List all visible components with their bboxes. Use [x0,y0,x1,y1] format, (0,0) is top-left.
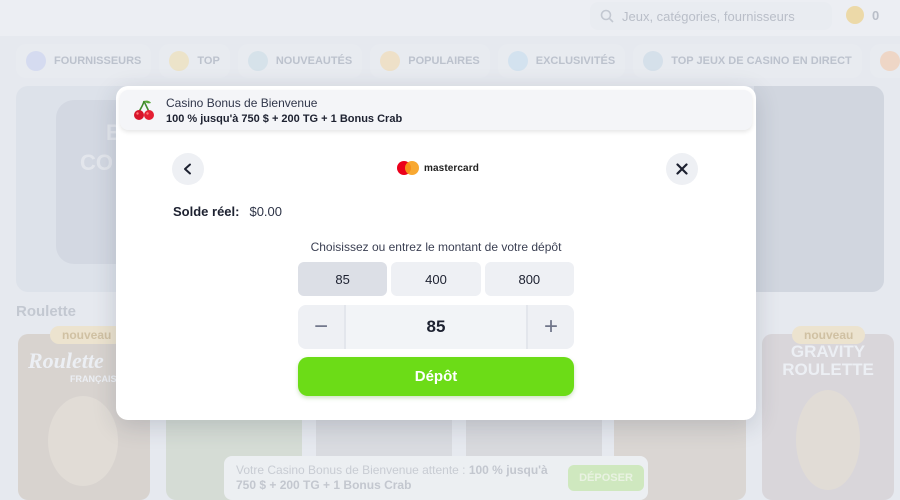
promo-text: Casino Bonus de Bienvenue 100 % jusqu'à … [166,96,402,125]
category-exclusive[interactable]: EXCLUSIVITÉS [497,44,626,78]
category-label: EXCLUSIVITÉS [535,55,616,67]
live-casino-icon [643,51,664,71]
badge-new: nouveau [50,326,124,344]
tile-title-line-2: ROULETTE [782,360,874,379]
game-tile-gravity-roulette[interactable]: GRAVITY ROULETTE [762,334,894,500]
search-box[interactable]: Jeux, catégories, fournisseurs [590,2,832,30]
section-title: Roulette [16,303,76,320]
dealer-image [796,390,860,490]
header-balance: 0 [872,7,880,23]
close-icon [676,163,688,175]
preset-amount-800[interactable]: 800 [484,262,574,296]
back-button[interactable] [172,153,204,185]
new-icon [247,51,268,71]
category-label: POPULAIRES [408,55,480,67]
amount-stepper: − 85 + [298,305,574,349]
badge-new: nouveau [792,326,866,344]
amount-presets: 85 400 800 [298,262,574,296]
top-bar: Jeux, catégories, fournisseurs 0 [0,0,900,36]
welcome-bonus-card[interactable]: Casino Bonus de Bienvenue 100 % jusqu'à … [120,90,752,130]
category-label: FOURNISSEURS [54,55,142,67]
amount-input[interactable]: 85 [344,305,528,349]
tile-subtitle: FRANÇAISE [70,374,123,384]
banner-word-2: CO [80,150,113,175]
balance-widget[interactable]: 0 [846,6,879,24]
balance-value: $0.00 [249,204,283,219]
tile-title: Roulette [28,348,104,373]
payment-method-logo: mastercard [397,161,479,175]
deposit-prompt: Choisissez ou entrez le montant de votre… [310,240,562,254]
notice-message: Votre Casino Bonus de Bienvenue attente … [236,463,469,477]
bonus-notice: Votre Casino Bonus de Bienvenue attente … [224,456,648,500]
notice-text: Votre Casino Bonus de Bienvenue attente … [236,463,556,493]
chevron-left-icon [184,163,191,175]
mastercard-icon [397,161,419,175]
increase-button[interactable]: + [528,305,574,349]
preset-amount-400[interactable]: 400 [391,262,481,296]
deposit-button[interactable]: Dépôt [298,357,574,396]
tile-title-line-1: GRAVITY [790,342,866,361]
category-roulette[interactable]: RO [869,44,900,78]
diamond-icon [507,51,528,71]
category-bar: FOURNISSEURS TOP NOUVEAUTÉS POPULAIRES E… [16,44,900,78]
providers-icon [26,51,46,71]
search-icon [600,9,614,23]
balance-label: Solde réel: [173,204,240,219]
close-button[interactable] [666,153,698,185]
payment-method-name: mastercard [424,162,479,174]
category-label: TOP [197,55,220,67]
deposit-modal: Casino Bonus de Bienvenue 100 % jusqu'à … [116,86,756,420]
promo-subtitle: 100 % jusqu'à 750 $ + 200 TG + 1 Bonus C… [166,112,403,125]
notice-deposit-button[interactable]: DÉPOSER [568,465,644,491]
real-balance: Solde réel: $0.00 [173,204,282,219]
banner-illustration [754,86,884,292]
preset-amount-85[interactable]: 85 [298,262,388,296]
category-live-casino[interactable]: TOP JEUX DE CASINO EN DIRECT [633,44,862,78]
dealer-image [48,396,118,486]
cherry-icon [134,100,154,120]
category-new[interactable]: NOUVEAUTÉS [237,44,363,78]
promo-title: Casino Bonus de Bienvenue [166,95,318,110]
category-label: TOP JEUX DE CASINO EN DIRECT [671,55,852,67]
fire-icon [380,51,401,71]
roulette-icon [879,51,900,71]
trophy-icon [169,51,190,71]
decrease-button[interactable]: − [298,305,344,349]
category-label: NOUVEAUTÉS [275,55,353,67]
category-top[interactable]: TOP [159,44,230,78]
search-placeholder: Jeux, catégories, fournisseurs [622,8,795,24]
category-providers[interactable]: FOURNISSEURS [16,44,152,78]
coin-icon [846,6,864,24]
category-popular[interactable]: POPULAIRES [370,44,490,78]
